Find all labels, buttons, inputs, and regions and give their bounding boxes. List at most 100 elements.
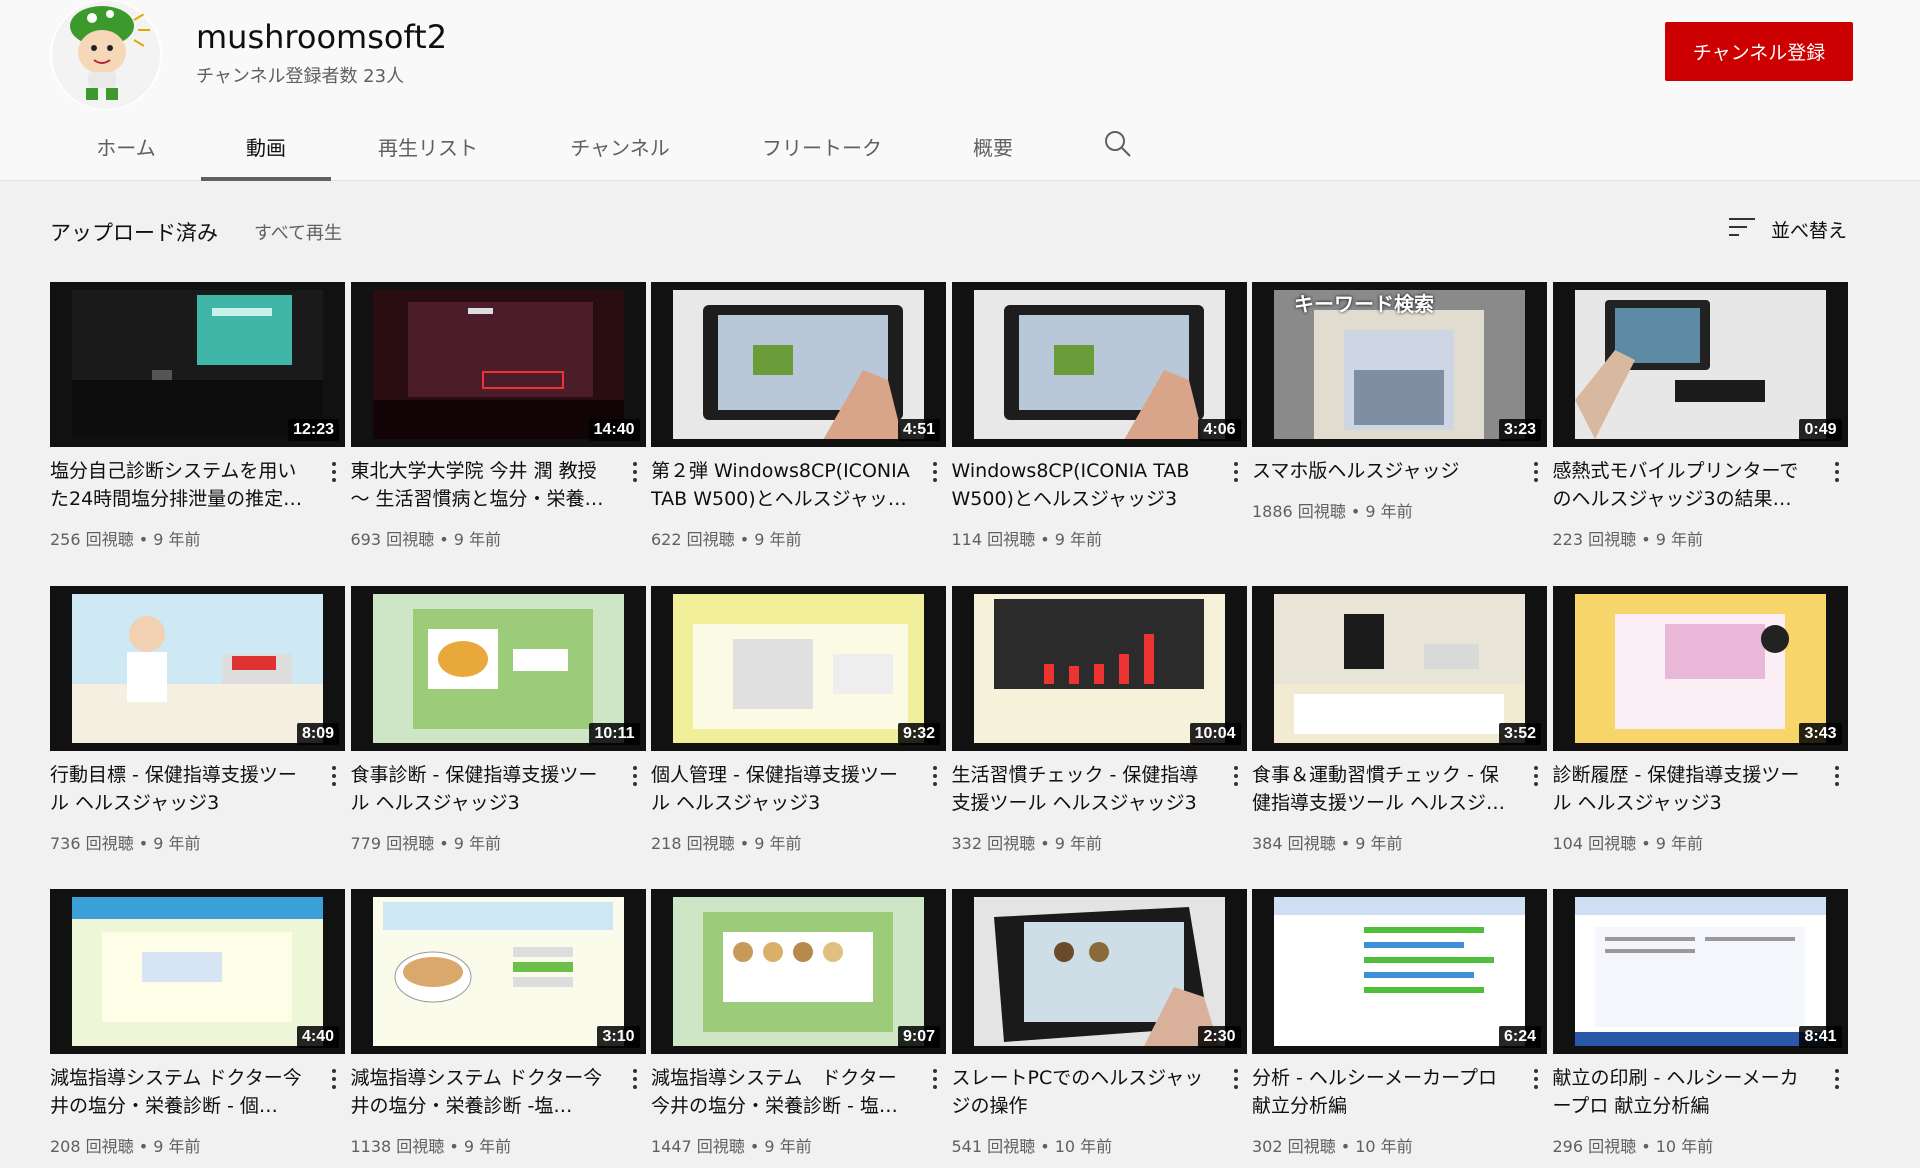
video-card[interactable]: 4:06 Windows8CP(ICONIA TAB W500)とヘルスジャッジ3… [951,282,1247,562]
more-actions-icon[interactable] [1229,1067,1243,1091]
video-title[interactable]: 感熱式モバイルプリンターでのヘルスジャッジ3の結果… [1553,457,1815,513]
tab-channels[interactable]: チャンネル [568,118,672,181]
video-duration: 10:11 [589,722,640,745]
video-title[interactable]: 分析 - ヘルシーメーカープロ献立分析編 [1252,1064,1514,1120]
more-actions-icon[interactable] [327,1067,341,1091]
video-card[interactable]: 10:04 生活習慣チェック - 保健指導支援ツール ヘルスジャッジ3 332 回視… [951,585,1247,866]
video-thumbnail[interactable]: 3:52 [1252,585,1547,751]
video-title[interactable]: 食事診断 - 保健指導支援ツール ヘルスジャッジ3 [351,761,613,817]
more-actions-icon[interactable] [1830,460,1844,484]
tab-about[interactable]: 概要 [971,118,1015,181]
channel-name: mushroomsoft2 [196,18,448,56]
video-card[interactable]: 0:49 感熱式モバイルプリンターでのヘルスジャッジ3の結果… 223 回視聴 • … [1552,282,1848,562]
video-duration: 9:07 [897,1026,940,1048]
video-duration: 4:06 [1198,419,1241,441]
more-actions-icon[interactable] [1229,764,1243,788]
video-title[interactable]: 行動目標 - 保健指導支援ツール ヘルスジャッジ3 [50,761,312,817]
video-title[interactable]: 献立の印刷 - ヘルシーメーカープロ 献立分析編 [1553,1064,1815,1120]
more-actions-icon[interactable] [1229,460,1243,484]
sort-button[interactable]: 並べ替え [1727,214,1847,244]
video-metadata: 541 回視聴 • 10 年前 [951,1137,1113,1156]
video-card[interactable]: 3:52 食事＆運動習慣チェック - 保健指導支援ツール ヘルスジ… 384 回視聴… [1252,585,1547,866]
video-card[interactable]: 14:40 東北大学大学院 今井 潤 教授 ～ 生活習慣病と塩分・栄養… 693 回… [350,282,646,562]
video-title[interactable]: 塩分自己診断システムを用いた24時間塩分排泄量の推定… [50,457,312,513]
video-duration: 3:10 [597,1026,640,1048]
video-card[interactable]: 9:32 個人管理 - 保健指導支援ツール ヘルスジャッジ3 218 回視聴 • 9… [651,585,946,866]
video-thumbnail[interactable]: 6:24 [1252,889,1547,1054]
video-title[interactable]: 東北大学大学院 今井 潤 教授 ～ 生活習慣病と塩分・栄養… [351,457,613,513]
video-thumbnail[interactable]: 3:43 [1552,585,1848,751]
more-actions-icon[interactable] [1830,1067,1844,1091]
video-metadata: 1447 回視聴 • 9 年前 [651,1137,812,1156]
channel-avatar[interactable] [50,0,162,110]
video-thumbnail[interactable]: 8:09 [50,585,345,751]
video-card[interactable]: 9:07 減塩指導システム ドクター今井の塩分・栄養診断 - 塩… 1447 回視聴… [651,889,946,1168]
video-title[interactable]: 食事＆運動習慣チェック - 保健指導支援ツール ヘルスジ… [1252,761,1514,817]
thumbnail-image [673,897,924,1046]
video-title[interactable]: 診断履歴 - 保健指導支援ツール ヘルスジャッジ3 [1553,761,1815,817]
video-duration: 12:23 [288,419,339,441]
video-title[interactable]: Windows8CP(ICONIA TAB W500)とヘルスジャッジ3 [952,457,1214,513]
video-card[interactable]: 6:24 分析 - ヘルシーメーカープロ献立分析編 302 回視聴 • 10 年前 [1252,889,1547,1168]
more-actions-icon[interactable] [1529,1067,1543,1091]
video-title[interactable]: 減塩指導システム ドクター今井の塩分・栄養診断 - 個… [50,1064,312,1120]
more-actions-icon[interactable] [327,764,341,788]
thumbnail-image [1274,897,1525,1046]
video-title[interactable]: 生活習慣チェック - 保健指導支援ツール ヘルスジャッジ3 [952,761,1214,817]
more-actions-icon[interactable] [1529,460,1543,484]
more-actions-icon[interactable] [628,460,642,484]
video-thumbnail[interactable]: 10:11 [350,585,646,751]
video-card[interactable]: 4:51 第２弾 Windows8CP(ICONIA TAB W500)とヘルスジ… [651,282,946,562]
video-duration: 8:41 [1799,1026,1842,1048]
video-thumbnail[interactable]: 14:40 [350,282,646,447]
video-card[interactable]: 2:30 スレートPCでのヘルスジャッジの操作 541 回視聴 • 10 年前 [951,889,1247,1168]
video-card[interactable]: 8:09 行動目標 - 保健指導支援ツール ヘルスジャッジ3 736 回視聴 • 9… [50,585,345,866]
more-actions-icon[interactable] [928,460,942,484]
more-actions-icon[interactable] [928,764,942,788]
video-title[interactable]: 減塩指導システム ドクター今井の塩分・栄養診断 - 塩… [651,1064,913,1120]
more-actions-icon[interactable] [628,764,642,788]
video-thumbnail[interactable]: 3:10 [350,889,646,1054]
tab-discussion[interactable]: フリートーク [760,118,884,181]
video-duration: 3:23 [1498,419,1541,441]
video-title[interactable]: 第２弾 Windows8CP(ICONIA TAB W500)とヘルスジャッ… [651,457,913,513]
play-all-link[interactable]: すべて再生 [254,219,342,245]
more-actions-icon[interactable] [928,1067,942,1091]
video-card[interactable]: 8:41 献立の印刷 - ヘルシーメーカープロ 献立分析編 296 回視聴 • 10… [1552,889,1848,1168]
thumbnail-image [1574,290,1826,439]
video-thumbnail[interactable]: 10:04 [951,585,1247,751]
video-thumbnail[interactable]: 0:49 [1552,282,1848,447]
tab-home[interactable]: ホーム [94,118,158,181]
video-title[interactable]: 減塩指導システム ドクター今井の塩分・栄養診断 -塩… [351,1064,613,1120]
video-thumbnail[interactable]: 8:41 [1552,889,1848,1054]
video-card[interactable]: 4:40 減塩指導システム ドクター今井の塩分・栄養診断 - 個… 208 回視聴 … [50,889,345,1168]
video-card[interactable]: 12:23 塩分自己診断システムを用いた24時間塩分排泄量の推定… 256 回視聴 … [50,282,345,562]
search-icon[interactable] [1100,126,1136,162]
video-card[interactable]: キーワード検索 3:23 スマホ版ヘルスジャッジ 1886 回視聴 • 9 年前 [1252,282,1547,562]
video-thumbnail[interactable]: キーワード検索 3:23 [1252,282,1547,447]
video-thumbnail[interactable]: 12:23 [50,282,345,447]
sort-label: 並べ替え [1771,219,1848,242]
video-card[interactable]: 3:43 診断履歴 - 保健指導支援ツール ヘルスジャッジ3 104 回視聴 • 9… [1552,585,1848,866]
thumbnail-image [973,290,1225,439]
tab-playlists[interactable]: 再生リスト [376,118,480,181]
video-thumbnail[interactable]: 2:30 [951,889,1247,1054]
video-thumbnail[interactable]: 4:51 [651,282,946,447]
video-metadata: 622 回視聴 • 9 年前 [651,530,802,549]
more-actions-icon[interactable] [327,460,341,484]
more-actions-icon[interactable] [1529,764,1543,788]
more-actions-icon[interactable] [1830,764,1844,788]
video-title[interactable]: スマホ版ヘルスジャッジ [1252,457,1514,485]
video-card[interactable]: 10:11 食事診断 - 保健指導支援ツール ヘルスジャッジ3 779 回視聴 • … [350,585,646,866]
video-thumbnail[interactable]: 4:40 [50,889,345,1054]
video-title[interactable]: 個人管理 - 保健指導支援ツール ヘルスジャッジ3 [651,761,913,817]
thumbnail-image [973,593,1225,743]
tab-videos[interactable]: 動画 [201,118,331,181]
subscribe-button[interactable]: チャンネル登録 [1665,22,1853,81]
video-card[interactable]: 3:10 減塩指導システム ドクター今井の塩分・栄養診断 -塩… 1138 回視聴 … [350,889,646,1168]
video-thumbnail[interactable]: 9:07 [651,889,946,1054]
more-actions-icon[interactable] [628,1067,642,1091]
video-thumbnail[interactable]: 4:06 [951,282,1247,447]
video-thumbnail[interactable]: 9:32 [651,585,946,751]
video-title[interactable]: スレートPCでのヘルスジャッジの操作 [952,1064,1214,1120]
